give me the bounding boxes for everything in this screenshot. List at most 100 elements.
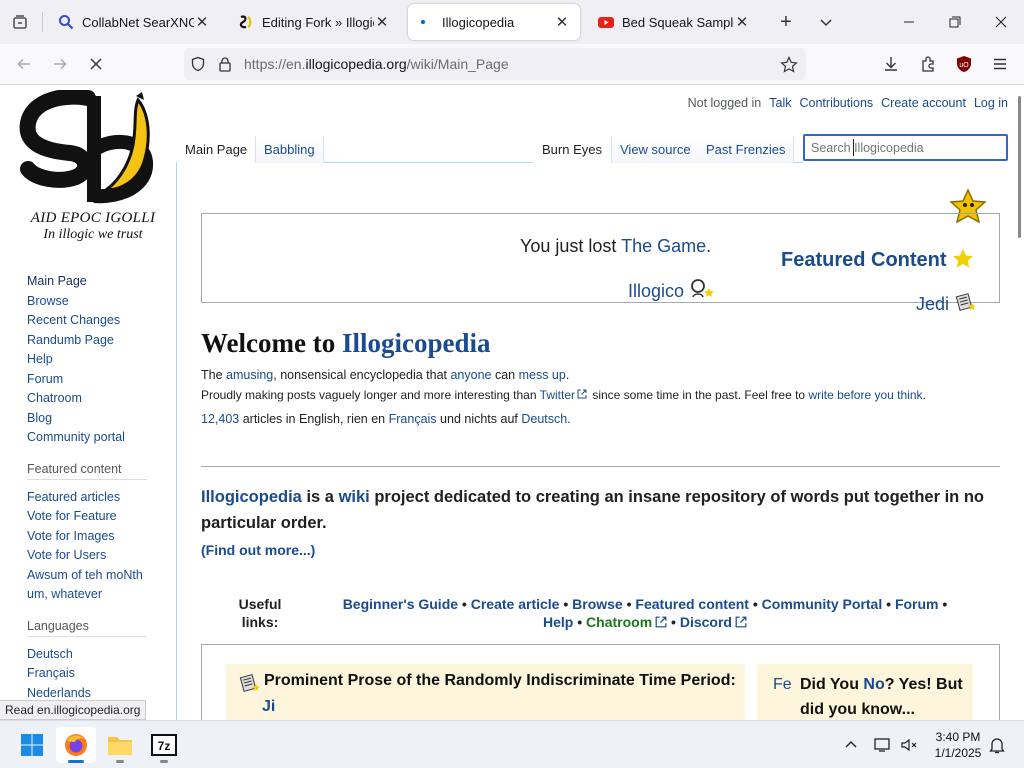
sidebar-item-awsum-of-teh-month[interactable]: Awsum of teh moNth <box>27 566 175 586</box>
tab-past-frenzies[interactable]: Past Frenzies <box>698 136 795 163</box>
tab-editing-fork[interactable]: Editing Fork » Illogicop ✕ <box>228 4 400 40</box>
sidebar-item-um-whatever[interactable]: um, whatever <box>27 585 175 605</box>
forward-icon[interactable] <box>46 50 74 78</box>
url-bar[interactable]: https://en.illogicopedia.org/wiki/Main_P… <box>184 48 806 80</box>
sidebar-item-deutsch[interactable]: Deutsch <box>27 645 175 665</box>
welcome-prefix: Welcome to <box>201 328 342 358</box>
the-game-link[interactable]: The Game <box>621 236 706 256</box>
francais-link[interactable]: Français <box>389 412 437 426</box>
no-link[interactable]: No <box>863 676 884 693</box>
sidebar-item-community-portal[interactable]: Community portal <box>27 428 175 448</box>
create-article-link[interactable]: Create article <box>471 596 560 612</box>
window-close-icon[interactable] <box>978 0 1024 44</box>
log-in-link[interactable]: Log in <box>974 96 1008 110</box>
the-game-line: You just lost The Game. <box>520 236 711 257</box>
tab-list-icon[interactable] <box>6 8 34 36</box>
close-icon[interactable]: ✕ <box>194 13 210 31</box>
illogico-link[interactable]: Illogico <box>628 278 715 302</box>
illogicopedia-link[interactable]: Illogicopedia <box>342 328 491 358</box>
featured-content-link[interactable]: Featured Content <box>781 248 974 272</box>
minimize-icon[interactable] <box>886 0 932 44</box>
browser-tab-bar: CollabNet SearXNG ✕ Editing Fork » Illog… <box>0 0 1024 44</box>
community-portal-link[interactable]: Community Portal <box>762 596 883 612</box>
close-icon[interactable]: ✕ <box>734 13 750 31</box>
sidebar-item-browse[interactable]: Browse <box>27 292 175 312</box>
file-explorer-icon[interactable] <box>100 727 140 763</box>
sidebar-item-chatroom[interactable]: Chatroom <box>27 389 175 409</box>
site-logo[interactable]: AID EPOC IGOLLI In illogic we trust <box>18 88 168 250</box>
contributions-link[interactable]: Contributions <box>800 96 874 110</box>
tab-burn-eyes[interactable]: Burn Eyes <box>534 136 610 163</box>
tab-illogicopedia[interactable]: Illogicopedia ✕ <box>408 4 580 40</box>
ublock-origin-icon[interactable]: uO <box>952 52 976 76</box>
tab-main-page[interactable]: Main Page <box>177 136 256 163</box>
prose-box-title: Prominent Prose of the Randomly Indiscri… <box>264 672 736 689</box>
stop-loading-icon[interactable] <box>82 50 110 78</box>
twitter-link[interactable]: Twitter <box>540 388 575 402</box>
scrollbar-thumb[interactable] <box>1018 96 1021 238</box>
sidebar-item-vote-for-images[interactable]: Vote for Images <box>27 527 175 547</box>
firefox-taskbar-icon[interactable] <box>56 727 96 763</box>
page-scrollbar[interactable] <box>1016 86 1024 720</box>
talk-link[interactable]: Talk <box>769 96 791 110</box>
article-count-link[interactable]: 12,403 <box>201 412 239 426</box>
tab-searxng[interactable]: CollabNet SearXNG ✕ <box>48 4 220 40</box>
sidebar-item-forum[interactable]: Forum <box>27 370 175 390</box>
illogicopedia-link[interactable]: Illogicopedia <box>201 488 302 506</box>
find-out-more-link[interactable]: (Find out more...) <box>201 542 315 558</box>
network-icon[interactable] <box>872 735 894 755</box>
bookmark-star-icon[interactable] <box>780 56 798 77</box>
maximize-icon[interactable] <box>932 0 978 44</box>
new-tab-icon[interactable]: + <box>772 8 800 36</box>
back-icon[interactable] <box>10 50 38 78</box>
write-before-you-think-link[interactable]: write before you think <box>808 388 922 402</box>
volume-muted-icon[interactable] <box>898 735 920 755</box>
sidebar-item-help[interactable]: Help <box>27 350 175 370</box>
tab-babbling[interactable]: Babbling <box>255 136 324 163</box>
shield-icon[interactable] <box>190 56 206 75</box>
search-input[interactable] <box>805 136 1006 159</box>
sidebar-item-randumb-page[interactable]: Randumb Page <box>27 331 175 351</box>
system-clock[interactable]: 3:40 PM 1/1/2025 <box>928 729 988 761</box>
sidebar-item-francais[interactable]: Français <box>27 664 175 684</box>
amusing-link[interactable]: amusing <box>226 368 273 382</box>
chevron-up-icon[interactable] <box>840 735 862 755</box>
notifications-bell-icon[interactable] <box>986 735 1008 755</box>
youtube-icon <box>598 14 614 30</box>
downloads-icon[interactable] <box>879 52 903 76</box>
create-account-link[interactable]: Create account <box>881 96 966 110</box>
hamburger-menu-icon[interactable] <box>988 52 1012 76</box>
jedi-link[interactable]: Jedi <box>916 291 978 315</box>
mess-up-link[interactable]: mess up <box>519 368 566 382</box>
anyone-link[interactable]: anyone <box>450 368 491 382</box>
featured-content-link[interactable]: Featured content <box>635 596 749 612</box>
sidebar-item-recent-changes[interactable]: Recent Changes <box>27 311 175 331</box>
banana-logo-icon <box>19 88 153 204</box>
sidebar-item-vote-for-feature[interactable]: Vote for Feature <box>27 507 175 527</box>
deutsch-link[interactable]: Deutsch <box>521 412 567 426</box>
sidebar-item-main-page[interactable]: Main Page <box>27 272 175 292</box>
help-link[interactable]: Help <box>543 614 573 630</box>
url-text[interactable]: https://en.illogicopedia.org/wiki/Main_P… <box>244 56 509 72</box>
7zip-icon[interactable]: 7z <box>144 727 184 763</box>
browse-link[interactable]: Browse <box>572 596 623 612</box>
beginners-guide-link[interactable]: Beginner's Guide <box>343 596 458 612</box>
sidebar-item-vote-for-users[interactable]: Vote for Users <box>27 546 175 566</box>
prose-article-link[interactable]: Ji <box>262 698 275 716</box>
close-icon[interactable]: ✕ <box>554 13 570 31</box>
windows-start-icon[interactable] <box>12 727 52 763</box>
sidebar-item-featured-articles[interactable]: Featured articles <box>27 488 175 508</box>
chevron-down-icon[interactable] <box>812 8 840 36</box>
discord-link[interactable]: Discord <box>680 614 732 630</box>
close-icon[interactable]: ✕ <box>374 13 390 31</box>
wiki-link[interactable]: wiki <box>339 488 370 506</box>
lock-icon[interactable] <box>218 56 232 75</box>
search-box[interactable] <box>803 134 1008 161</box>
tab-bed-squeak[interactable]: Bed Squeak Sample [Je ✕ <box>588 4 760 40</box>
tab-title: Illogicopedia <box>442 14 515 30</box>
chatroom-link[interactable]: Chatroom <box>586 614 652 630</box>
forum-link[interactable]: Forum <box>895 596 939 612</box>
tab-view-source[interactable]: View source <box>611 136 700 163</box>
sidebar-item-blog[interactable]: Blog <box>27 409 175 429</box>
extensions-icon[interactable] <box>916 52 940 76</box>
